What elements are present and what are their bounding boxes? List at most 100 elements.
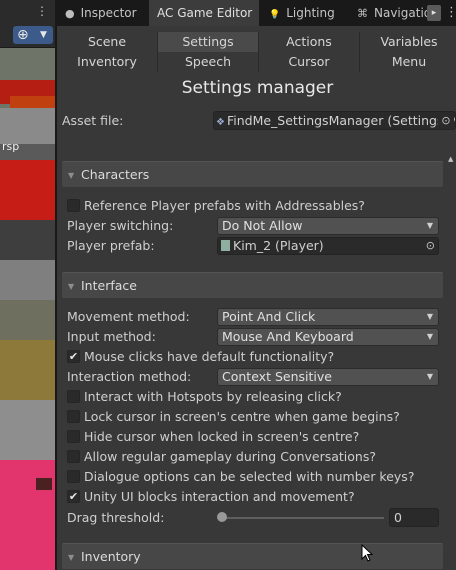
- checkbox[interactable]: [67, 410, 80, 423]
- scroll-up-arrow-icon[interactable]: ▲: [448, 155, 453, 163]
- nav-divider: [359, 32, 360, 72]
- section-inventory-header[interactable]: ▼ Inventory: [62, 543, 443, 569]
- drag-threshold-slider[interactable]: [222, 517, 384, 519]
- window-menu-icon[interactable]: ⋮: [445, 0, 456, 26]
- scene-toolbar: ⋮ ⊕ ▼: [0, 0, 55, 48]
- field-label: Interaction method:: [67, 369, 192, 384]
- chevron-down-icon: ▼: [426, 372, 433, 381]
- object-picker-icon[interactable]: ⊙: [426, 238, 435, 254]
- chevron-down-icon: ▼: [426, 221, 433, 230]
- gizmo-icon: ⊕: [17, 27, 29, 43]
- interaction-method-dropdown[interactable]: Context Sensitive ▼: [217, 368, 439, 386]
- foldout-arrow-icon: ▼: [68, 553, 75, 562]
- checkbox-label: Dialogue options can be selected with nu…: [84, 469, 415, 484]
- dropdown-value: Do Not Allow: [222, 218, 303, 233]
- player-switching-dropdown[interactable]: Do Not Allow ▼: [217, 217, 439, 235]
- info-icon: ●: [65, 7, 75, 20]
- section-interface-header[interactable]: ▼ Interface: [62, 272, 443, 298]
- section-title: Characters: [81, 167, 150, 182]
- navigation-icon: ⌘: [357, 7, 368, 20]
- checkbox-label: Reference Player prefabs with Addressabl…: [84, 198, 365, 213]
- nav-divider: [258, 32, 259, 72]
- scene-label: rsp: [2, 140, 20, 153]
- tab-ac-game-editor[interactable]: AC Game Editor: [149, 0, 259, 26]
- chevron-down-icon: ▼: [426, 332, 433, 341]
- lightbulb-icon: 💡: [269, 10, 281, 20]
- nav-variables[interactable]: Variables: [360, 32, 456, 52]
- nav-divider: [157, 32, 158, 72]
- mouse-default-toggle[interactable]: ✔ Mouse clicks have default functionalit…: [67, 347, 439, 367]
- checkbox-label: Hide cursor when locked in screen's cent…: [84, 429, 360, 444]
- player-prefab-field[interactable]: Kim_2 (Player) ⊙: [217, 237, 439, 255]
- checkbox[interactable]: [67, 470, 80, 483]
- section-title: Interface: [81, 278, 137, 293]
- tab-overflow-button[interactable]: ▸: [427, 5, 441, 21]
- scene-shadow: [0, 220, 55, 260]
- hide-cursor-toggle[interactable]: Hide cursor when locked in screen's cent…: [67, 427, 439, 447]
- scene-red-wall: [0, 160, 55, 220]
- scene-grey-object: [0, 108, 55, 144]
- input-method-dropdown[interactable]: Mouse And Keyboard ▼: [217, 328, 439, 346]
- nav-cursor[interactable]: Cursor: [259, 52, 359, 72]
- nav-scene[interactable]: Scene: [57, 32, 157, 52]
- checkbox-checked[interactable]: ✔: [67, 350, 80, 363]
- dialogue-number-keys-toggle[interactable]: Dialogue options can be selected with nu…: [67, 467, 439, 487]
- mouse-pointer-icon: [361, 544, 373, 562]
- unity-ui-blocks-toggle[interactable]: ✔ Unity UI blocks interaction and moveme…: [67, 487, 439, 507]
- asset-file-label: Asset file:: [62, 113, 124, 128]
- scrollbar[interactable]: ▲: [445, 150, 456, 570]
- nav-speech[interactable]: Speech: [158, 52, 258, 72]
- scene-floor-grey: [0, 260, 55, 300]
- slider-thumb[interactable]: [217, 512, 227, 522]
- interaction-method-row: Interaction method: Context Sensitive ▼: [67, 367, 439, 387]
- asset-file-value: FindMe_SettingsManager (Settings M: [226, 113, 456, 128]
- gameplay-during-conversations-toggle[interactable]: Allow regular gameplay during Conversati…: [67, 447, 439, 467]
- nav-actions[interactable]: Actions: [259, 32, 359, 52]
- tab-label: Inspector: [80, 6, 137, 20]
- tab-inspector[interactable]: ● Inspector: [57, 0, 147, 26]
- checkbox[interactable]: [67, 390, 80, 403]
- scene-pink-floor: [0, 460, 55, 570]
- scene-dark-object: [36, 478, 52, 490]
- foldout-arrow-icon: ▼: [68, 282, 75, 291]
- tab-lighting[interactable]: 💡 Lighting: [261, 0, 347, 26]
- checkbox[interactable]: [67, 199, 80, 212]
- drag-threshold-input[interactable]: 0: [389, 508, 439, 527]
- nav-inventory[interactable]: Inventory: [57, 52, 157, 72]
- object-picker-icon[interactable]: ⊙: [438, 112, 454, 129]
- interact-release-toggle[interactable]: Interact with Hotspots by releasing clic…: [67, 387, 439, 407]
- input-method-row: Input method: Mouse And Keyboard ▼: [67, 327, 439, 347]
- checkbox-checked[interactable]: ✔: [67, 490, 80, 503]
- movement-method-dropdown[interactable]: Point And Click ▼: [217, 308, 439, 326]
- dropdown-value: Mouse And Keyboard: [222, 329, 354, 344]
- ac-game-editor-window: ● Inspector AC Game Editor 💡 Lighting ⌘ Nav…: [55, 0, 456, 570]
- section-characters-header[interactable]: ▼ Characters: [62, 161, 443, 187]
- scene-floor-noise: [0, 340, 55, 400]
- field-label: Player switching:: [67, 218, 174, 233]
- tab-label: Navigatio: [374, 6, 427, 20]
- player-switching-row: Player switching: Do Not Allow ▼: [67, 216, 439, 236]
- ref-player-prefabs-toggle[interactable]: Reference Player prefabs with Addressabl…: [67, 196, 439, 216]
- checkbox[interactable]: [67, 430, 80, 443]
- scene-view[interactable]: rsp ⋮ ⊕ ▼: [0, 0, 55, 570]
- tab-label: AC Game Editor: [157, 6, 253, 20]
- field-label: Movement method:: [67, 309, 190, 324]
- foldout-arrow-icon: ▼: [68, 171, 75, 180]
- checkbox[interactable]: [67, 450, 80, 463]
- field-label: Drag threshold:: [67, 510, 165, 525]
- movement-method-row: Movement method: Point And Click ▼: [67, 307, 439, 327]
- scene-menu-icon[interactable]: ⋮: [36, 4, 48, 18]
- checkbox-label: Unity UI blocks interaction and movement…: [84, 489, 355, 504]
- asset-file-field[interactable]: ❖ FindMe_SettingsManager (Settings M ⊙: [213, 111, 456, 130]
- dropdown-value: Point And Click: [222, 309, 316, 324]
- nav-menu[interactable]: Menu: [360, 52, 456, 72]
- gizmo-toggle-button[interactable]: ⊕ ▼: [13, 26, 53, 44]
- scene-floor-light: [0, 400, 55, 460]
- tab-bar: ● Inspector AC Game Editor 💡 Lighting ⌘ Nav…: [57, 0, 456, 26]
- lock-cursor-toggle[interactable]: Lock cursor in screen's centre when game…: [67, 407, 439, 427]
- checkbox-label: Lock cursor in screen's centre when game…: [84, 409, 400, 424]
- tab-navigation[interactable]: ⌘ Navigatio: [349, 0, 427, 26]
- checkbox-label: Interact with Hotspots by releasing clic…: [84, 389, 342, 404]
- nav-settings[interactable]: Settings: [158, 32, 258, 52]
- drag-threshold-row: Drag threshold: 0: [67, 508, 439, 528]
